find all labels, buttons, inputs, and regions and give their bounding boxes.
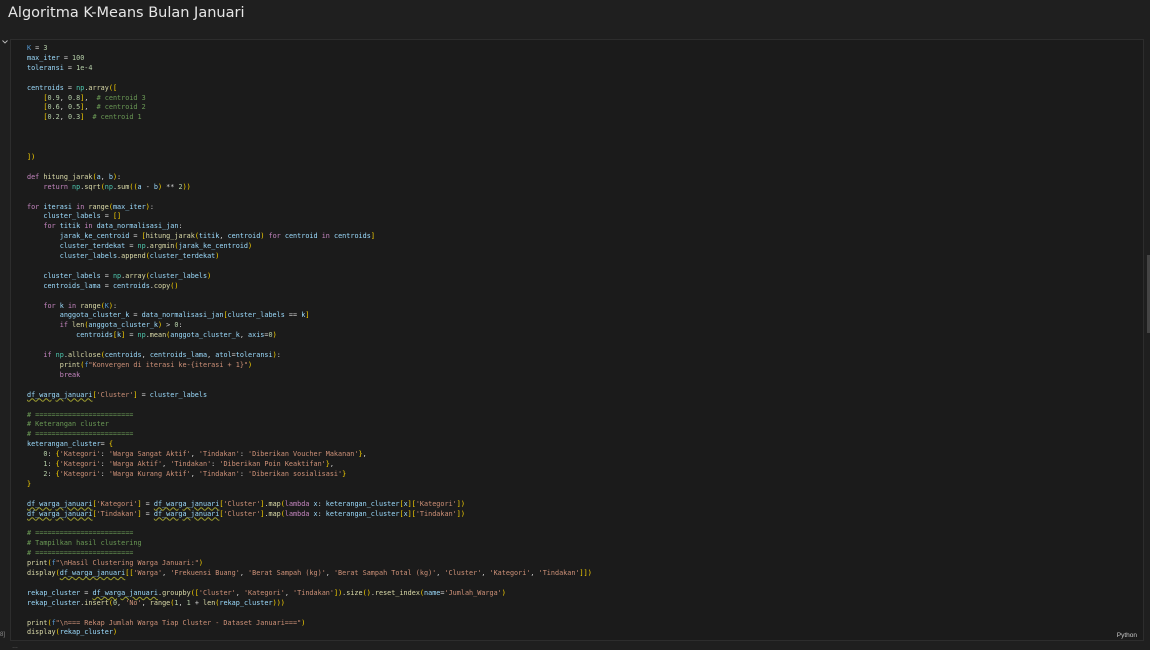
code-line[interactable]: for iterasi in range(max_iter): [27,203,592,213]
code-line[interactable]: rekap_cluster.insert(0, 'No', range(1, 1… [27,599,592,609]
code-line[interactable]: ​ [27,381,592,391]
code-editor[interactable]: K = 3max_iter = 100toleransi = 1e-4​cent… [27,44,592,638]
cell-language-label[interactable]: Python [1117,632,1137,639]
code-line[interactable]: for titik in data_normalisasi_jan: [27,222,592,232]
code-line[interactable]: ​ [27,579,592,589]
code-line[interactable]: if np.allclose(centroids, centroids_lama… [27,351,592,361]
code-line[interactable]: if len(anggota_cluster_k) > 0: [27,321,592,331]
code-line[interactable]: df_warga_januari['Tindakan'] = df_warga_… [27,510,592,520]
execution-marker: 8] [0,632,6,638]
code-line[interactable]: ​ [27,74,592,84]
code-line[interactable]: ​ [27,609,592,619]
code-line[interactable]: print(f"Konvergen di iterasi ke-{iterasi… [27,361,592,371]
code-line[interactable]: ​ [27,520,592,530]
code-line[interactable]: ​ [27,123,592,133]
code-line[interactable]: rekap_cluster = df_warga_januari.groupby… [27,589,592,599]
code-line[interactable]: ​ [27,143,592,153]
collapse-cell-toggle[interactable] [1,38,9,46]
code-line[interactable]: ]) [27,153,592,163]
code-line[interactable]: df_warga_januari['Kategori'] = df_warga_… [27,500,592,510]
code-line[interactable]: ​ [27,341,592,351]
code-line[interactable]: ​ [27,292,592,302]
code-line[interactable]: ​ [27,193,592,203]
page-title: Algoritma K-Means Bulan Januari [8,5,245,21]
code-line[interactable]: [0.2, 0.3] # centroid 1 [27,113,592,123]
code-line[interactable]: # ======================== [27,430,592,440]
code-line[interactable]: keterangan_cluster= { [27,440,592,450]
code-line[interactable]: # Keterangan cluster [27,420,592,430]
code-cell[interactable]: K = 3max_iter = 100toleransi = 1e-4​cent… [10,39,1144,641]
code-line[interactable]: centroids = np.array([ [27,84,592,94]
code-line[interactable]: cluster_labels.append(cluster_terdekat) [27,252,592,262]
code-line[interactable]: print(f"\n=== Rekap Jumlah Warga Tiap Cl… [27,619,592,629]
status-text: … [12,644,18,650]
code-line[interactable]: toleransi = 1e-4 [27,64,592,74]
code-line[interactable]: display(df_warga_januari[['Warga', 'Frek… [27,569,592,579]
code-line[interactable]: jarak_ke_centroid = [hitung_jarak(titik,… [27,232,592,242]
code-line[interactable]: cluster_labels = np.array(cluster_labels… [27,272,592,282]
code-line[interactable]: centroids_lama = centroids.copy() [27,282,592,292]
code-line[interactable]: break [27,371,592,381]
chevron-down-icon [2,40,8,44]
code-line[interactable]: anggota_cluster_k = data_normalisasi_jan… [27,311,592,321]
code-line[interactable]: ​ [27,401,592,411]
code-line[interactable]: # ======================== [27,411,592,421]
code-line[interactable]: print(f"\nHasil Clustering Warga Januari… [27,559,592,569]
code-line[interactable]: ​ [27,490,592,500]
code-line[interactable]: ​ [27,133,592,143]
code-line[interactable]: 1: {'Kategori': 'Warga Aktif', 'Tindakan… [27,460,592,470]
code-line[interactable]: # ======================== [27,549,592,559]
code-line[interactable]: return np.sqrt(np.sum((a - b) ** 2)) [27,183,592,193]
code-line[interactable]: def hitung_jarak(a, b): [27,173,592,183]
code-line[interactable]: centroids[k] = np.mean(anggota_cluster_k… [27,331,592,341]
code-line[interactable]: # Tampilkan hasil clustering [27,539,592,549]
code-line[interactable]: cluster_terdekat = np.argmin(jarak_ke_ce… [27,242,592,252]
code-line[interactable]: cluster_labels = [] [27,212,592,222]
code-line[interactable]: # ======================== [27,529,592,539]
code-line[interactable]: } [27,480,592,490]
code-line[interactable]: 0: {'Kategori': 'Warga Sangat Aktif', 'T… [27,450,592,460]
code-line[interactable]: 2: {'Kategori': 'Warga Kurang Aktif', 'T… [27,470,592,480]
code-line[interactable]: df_warga_januari['Cluster'] = cluster_la… [27,391,592,401]
code-line[interactable]: [0.9, 0.8], # centroid 3 [27,94,592,104]
code-line[interactable]: max_iter = 100 [27,54,592,64]
code-line[interactable]: K = 3 [27,44,592,54]
code-line[interactable]: for k in range(K): [27,302,592,312]
code-line[interactable]: ​ [27,163,592,173]
code-line[interactable]: ​ [27,262,592,272]
code-line[interactable]: display(rekap_cluster) [27,628,592,638]
code-line[interactable]: [0.6, 0.5], # centroid 2 [27,103,592,113]
